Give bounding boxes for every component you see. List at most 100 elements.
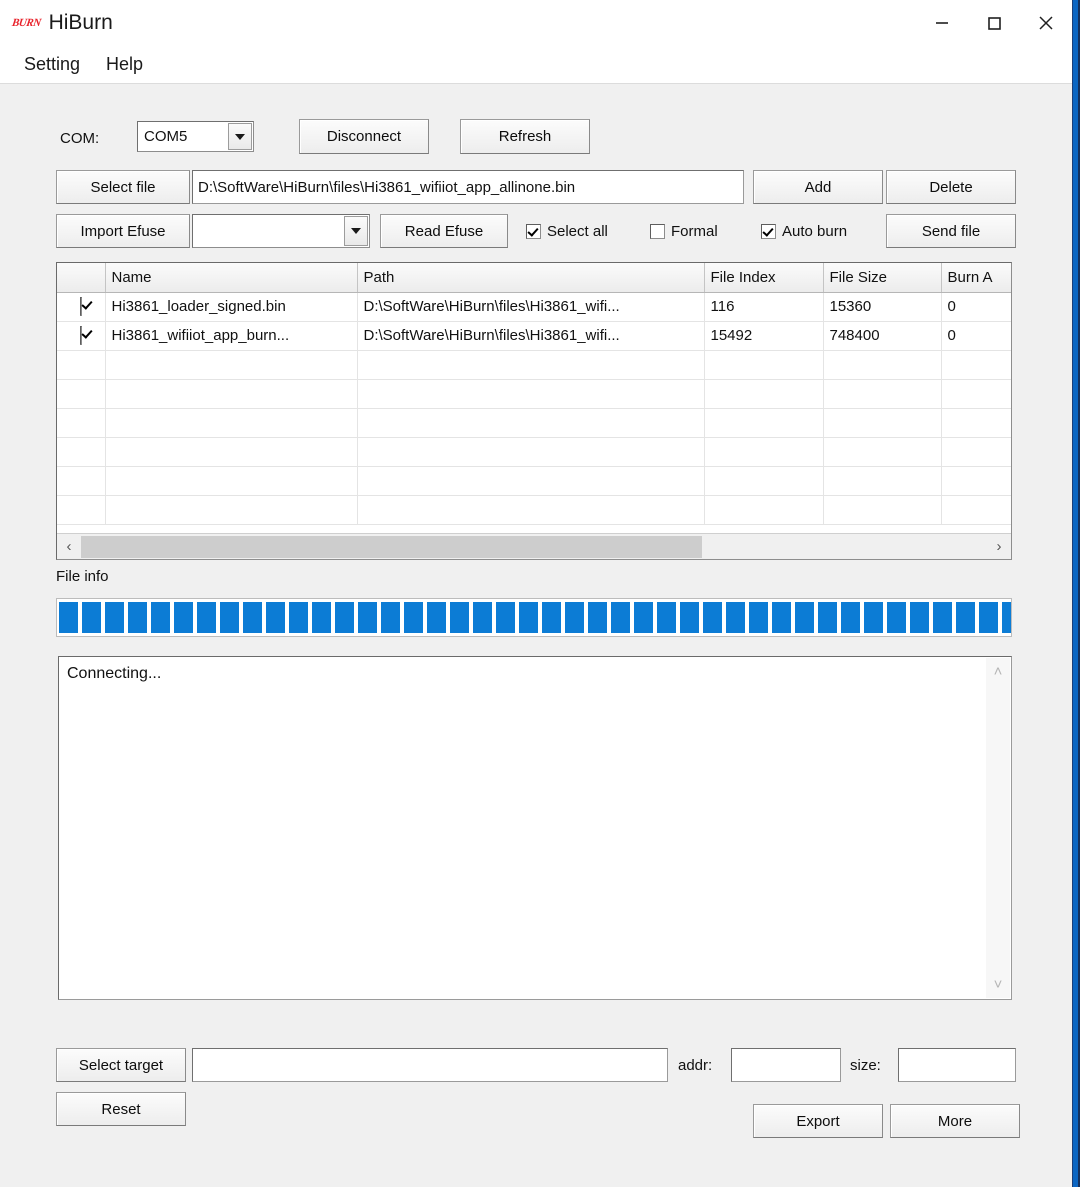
progress-segment (427, 602, 446, 633)
maximize-icon[interactable] (968, 0, 1020, 46)
select-target-button[interactable]: Select target (56, 1048, 186, 1082)
row-file-index: 116 (704, 292, 824, 322)
checkbox-icon[interactable] (761, 224, 776, 239)
table-header-row: Name Path File Index File Size Burn A (57, 263, 1011, 293)
progress-segment (887, 602, 906, 633)
row-checkbox-cell[interactable] (57, 292, 106, 322)
progress-segment (910, 602, 929, 633)
window-controls (916, 0, 1072, 46)
progress-segment (634, 602, 653, 633)
refresh-button[interactable]: Refresh (460, 119, 590, 154)
progress-segment (128, 602, 147, 633)
row-file-size: 748400 (823, 321, 942, 351)
menu-item-setting[interactable]: Setting (12, 52, 92, 77)
com-port-select[interactable]: COM5 (137, 121, 254, 152)
file-list-table[interactable]: Name Path File Index File Size Burn A Hi… (56, 262, 1012, 560)
row-path: D:\SoftWare\HiBurn\files\Hi3861_wifi... (357, 292, 705, 322)
add-button[interactable]: Add (753, 170, 883, 204)
progress-segment (680, 602, 699, 633)
column-header-file-index[interactable]: File Index (704, 263, 824, 293)
auto-burn-label: Auto burn (782, 223, 848, 240)
size-input[interactable] (898, 1048, 1016, 1082)
progress-segment (197, 602, 216, 633)
scrollbar-thumb[interactable] (81, 535, 702, 558)
row-file-index: 15492 (704, 321, 824, 351)
row-checkbox-cell[interactable] (57, 321, 106, 351)
import-efuse-button[interactable]: Import Efuse (56, 214, 190, 248)
disconnect-button[interactable]: Disconnect (299, 119, 429, 154)
export-button[interactable]: Export (753, 1104, 883, 1138)
size-label: size: (850, 1057, 881, 1074)
efuse-select[interactable] (192, 214, 370, 248)
table-row-empty[interactable] (57, 466, 1011, 496)
target-input[interactable] (192, 1048, 668, 1082)
menu-item-help[interactable]: Help (94, 52, 155, 77)
column-header-checkbox[interactable] (57, 263, 106, 293)
table-row-empty[interactable] (57, 437, 1011, 467)
progress-segment (174, 602, 193, 633)
column-header-path[interactable]: Path (357, 263, 705, 293)
scroll-left-icon[interactable]: ‹ (57, 534, 81, 560)
table-row[interactable]: Hi3861_wifiiot_app_burn... D:\SoftWare\H… (57, 321, 1011, 351)
progress-segment (450, 602, 469, 633)
table-row[interactable]: Hi3861_loader_signed.bin D:\SoftWare\HiB… (57, 292, 1011, 322)
progress-segment (726, 602, 745, 633)
table-row-empty[interactable] (57, 408, 1011, 438)
file-path-input[interactable]: D:\SoftWare\HiBurn\files\Hi3861_wifiiot_… (192, 170, 744, 204)
progress-segment (703, 602, 722, 633)
log-text: Connecting... (67, 665, 162, 682)
chevron-down-icon[interactable] (344, 216, 368, 246)
checkbox-icon[interactable] (79, 297, 82, 316)
main-window: BURN HiBurn Setting Help COM: COM5 Disco… (0, 0, 1072, 1187)
column-header-file-size[interactable]: File Size (823, 263, 942, 293)
scroll-right-icon[interactable]: › (987, 534, 1011, 560)
table-row-empty[interactable] (57, 350, 1011, 380)
more-button[interactable]: More (890, 1104, 1020, 1138)
progress-segment (266, 602, 285, 633)
progress-segment (335, 602, 354, 633)
checkbox-icon[interactable] (526, 224, 541, 239)
progress-segment (749, 602, 768, 633)
progress-segment (956, 602, 975, 633)
progress-segment (404, 602, 423, 633)
delete-button[interactable]: Delete (886, 170, 1016, 204)
scroll-up-icon[interactable]: ˄ (994, 664, 1003, 679)
formal-checkbox[interactable]: Formal (650, 223, 718, 240)
checkbox-icon[interactable] (79, 326, 82, 345)
progress-segment (1002, 602, 1011, 633)
scroll-down-icon[interactable]: ˅ (994, 977, 1003, 992)
progress-segment (473, 602, 492, 633)
column-header-name[interactable]: Name (105, 263, 358, 293)
log-vertical-scrollbar[interactable]: ˄ ˅ (986, 658, 1010, 998)
formal-label: Formal (671, 223, 718, 240)
row-name: Hi3861_loader_signed.bin (105, 292, 358, 322)
table-row-empty[interactable] (57, 495, 1011, 525)
table-horizontal-scrollbar[interactable]: ‹ › (57, 533, 1011, 559)
progress-segment (611, 602, 630, 633)
auto-burn-checkbox[interactable]: Auto burn (761, 223, 847, 240)
desktop-background-strip (1072, 0, 1080, 1187)
progress-segment (381, 602, 400, 633)
addr-input[interactable] (731, 1048, 841, 1082)
title-bar: BURN HiBurn (0, 0, 1072, 46)
progress-segment (657, 602, 676, 633)
progress-segment (979, 602, 998, 633)
close-icon[interactable] (1020, 0, 1072, 46)
table-row-empty[interactable] (57, 379, 1011, 409)
minimize-icon[interactable] (916, 0, 968, 46)
reset-button[interactable]: Reset (56, 1092, 186, 1126)
row-path: D:\SoftWare\HiBurn\files\Hi3861_wifi... (357, 321, 705, 351)
select-file-button[interactable]: Select file (56, 170, 190, 204)
progress-segment (220, 602, 239, 633)
scrollbar-track[interactable] (81, 534, 987, 560)
send-file-button[interactable]: Send file (886, 214, 1016, 248)
row-burn-addr: 0 (941, 321, 1011, 351)
checkbox-icon[interactable] (650, 224, 665, 239)
progress-segment (151, 602, 170, 633)
read-efuse-button[interactable]: Read Efuse (380, 214, 508, 248)
chevron-down-icon[interactable] (228, 123, 252, 150)
column-header-burn-addr[interactable]: Burn A (941, 263, 1011, 293)
log-output-area[interactable]: Connecting... ˄ ˅ (58, 656, 1012, 1000)
file-info-label: File info (56, 568, 109, 585)
select-all-checkbox[interactable]: Select all (526, 223, 608, 240)
